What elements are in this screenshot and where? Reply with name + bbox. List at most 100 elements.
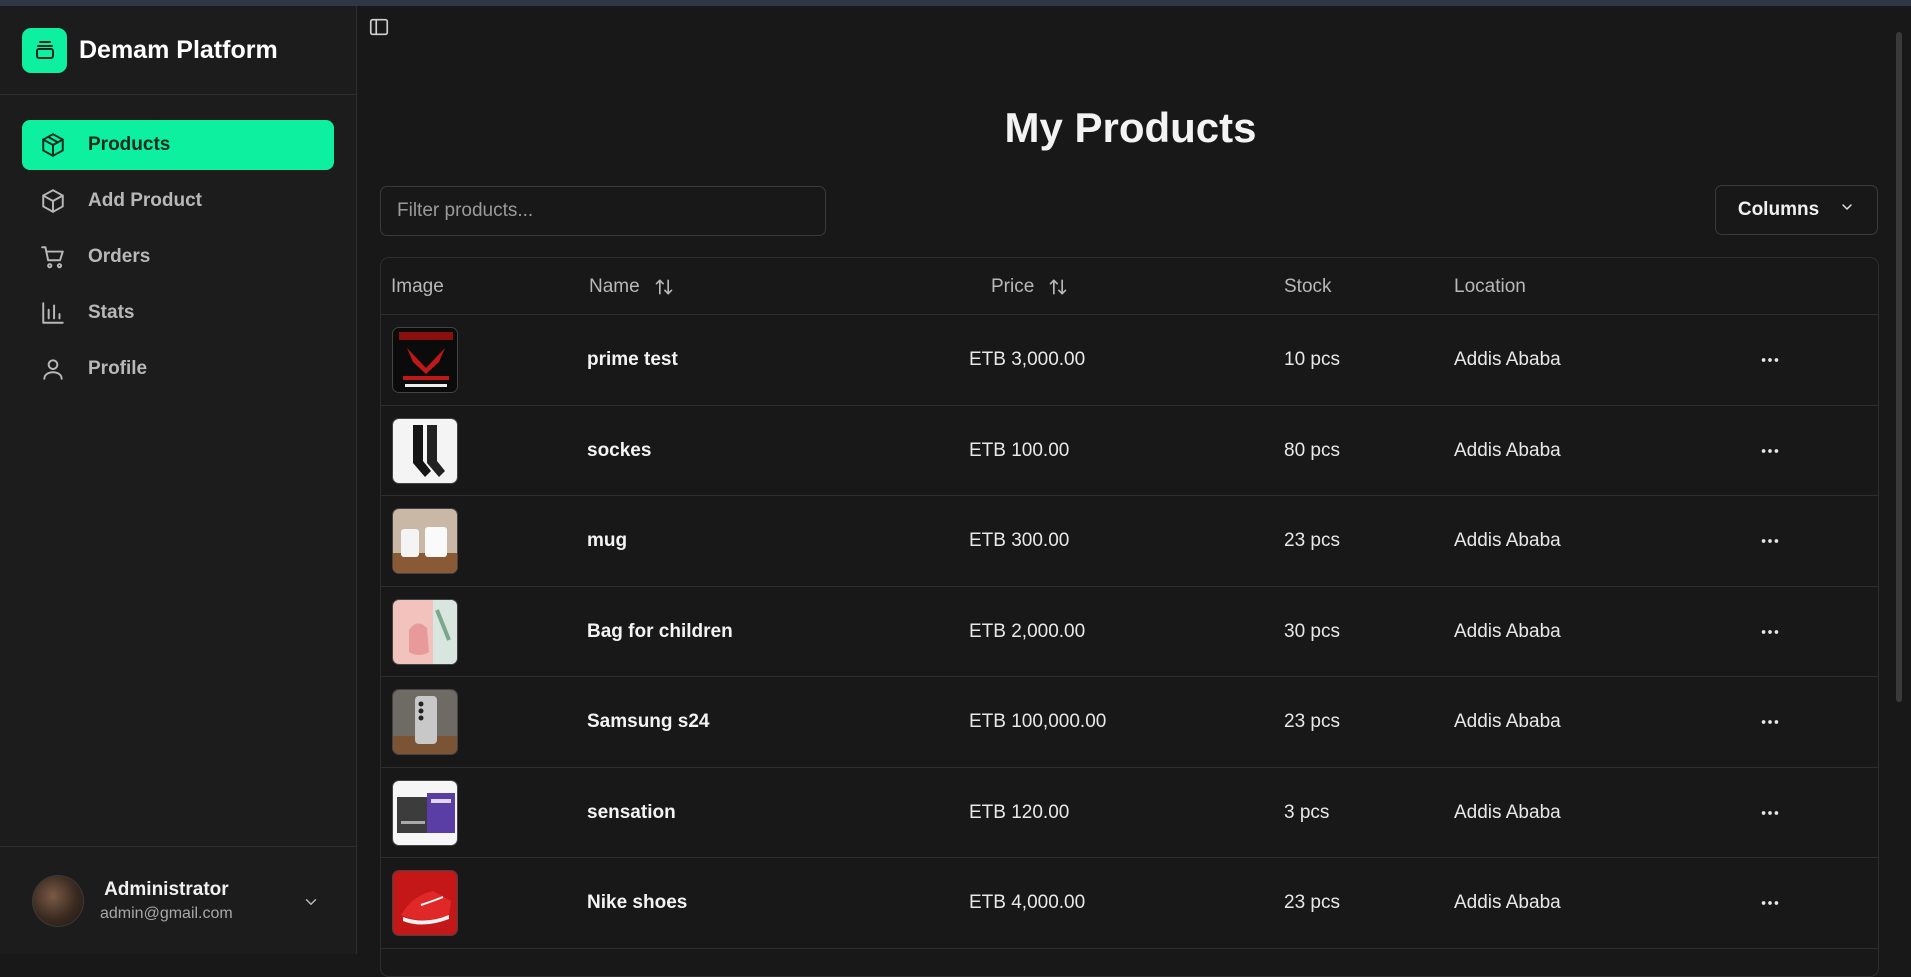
package-plus-icon xyxy=(39,187,67,215)
table-row: sensation ETB 120.00 3 pcs Addis Ababa xyxy=(381,768,1878,858)
header-price[interactable]: Price xyxy=(991,258,1068,315)
sidebar-item-add-product[interactable]: Add Product xyxy=(22,176,334,226)
product-image xyxy=(392,315,458,405)
sidebar-item-products[interactable]: Products xyxy=(22,120,334,170)
cart-icon xyxy=(39,243,67,271)
product-location: Addis Ababa xyxy=(1454,620,1561,642)
product-name: Nike shoes xyxy=(587,892,688,913)
sidebar-item-orders[interactable]: Orders xyxy=(22,232,334,282)
product-location: Addis Ababa xyxy=(1454,892,1561,913)
product-name: mug xyxy=(587,530,628,551)
sidebar-toggle-icon[interactable] xyxy=(368,16,390,38)
more-options-icon[interactable] xyxy=(1759,768,1781,858)
user-info: Administrator admin@gmail.com xyxy=(100,879,233,923)
product-image xyxy=(392,677,458,767)
product-name: sensation xyxy=(587,801,676,823)
main-content: My Products Columns Image Name Price Sto… xyxy=(358,6,1903,977)
product-price: ETB 300.00 xyxy=(969,530,1070,551)
table-row: mug ETB 300.00 23 pcs Addis Ababa xyxy=(381,496,1878,587)
product-stock: 3 pcs xyxy=(1284,801,1330,823)
sidebar: Demam Platform Products Add Product Orde… xyxy=(0,6,357,954)
header-name-label: Name xyxy=(589,275,640,297)
bar-chart-icon xyxy=(39,299,67,327)
header-image: Image xyxy=(391,275,444,297)
product-price: ETB 3,000.00 xyxy=(969,349,1086,370)
user-email: admin@gmail.com xyxy=(100,904,233,922)
product-location: Addis Ababa xyxy=(1454,439,1561,461)
product-stock: 30 pcs xyxy=(1284,620,1340,642)
product-location: Addis Ababa xyxy=(1454,349,1561,370)
product-thumbnail-mug xyxy=(392,508,458,574)
chevron-down-icon xyxy=(1839,199,1855,221)
table-row: Nike shoes ETB 4,000.00 23 pcs Addis Aba… xyxy=(381,858,1878,949)
product-name: Samsung s24 xyxy=(587,711,710,732)
product-stock: 80 pcs xyxy=(1284,439,1340,461)
product-stock: 23 pcs xyxy=(1284,711,1340,732)
product-image xyxy=(392,768,458,858)
product-price: ETB 100.00 xyxy=(969,439,1070,461)
sidebar-nav: Products Add Product Orders Stats Profil… xyxy=(0,95,356,394)
product-price: ETB 4,000.00 xyxy=(969,892,1086,913)
user-name: Administrator xyxy=(104,878,229,900)
product-location: Addis Ababa xyxy=(1454,801,1561,823)
product-thumbnail-box xyxy=(392,779,458,846)
package-icon xyxy=(39,131,67,159)
user-menu[interactable]: Administrator admin@gmail.com xyxy=(0,846,356,954)
table-row: Bag for children ETB 2,000.00 30 pcs Add… xyxy=(381,587,1878,677)
scrollbar[interactable] xyxy=(1895,12,1903,712)
product-name: sockes xyxy=(587,439,652,461)
product-thumbnail-socks xyxy=(392,417,458,484)
columns-button[interactable]: Columns xyxy=(1715,185,1878,235)
product-thumbnail-poster xyxy=(392,327,458,393)
sidebar-item-label: Products xyxy=(88,134,171,155)
products-table: Image Name Price Stock Location prime te… xyxy=(380,257,1879,977)
more-options-icon[interactable] xyxy=(1759,677,1781,767)
table-row: Samsung s24 ETB 100,000.00 23 pcs Addis … xyxy=(381,677,1878,768)
sort-icon xyxy=(1049,279,1067,294)
table-header: Image Name Price Stock Location xyxy=(381,258,1878,315)
product-location: Addis Ababa xyxy=(1454,530,1561,551)
product-stock: 23 pcs xyxy=(1284,530,1340,551)
sort-icon xyxy=(655,279,673,294)
sidebar-item-profile[interactable]: Profile xyxy=(22,344,334,394)
avatar xyxy=(32,874,84,927)
user-icon xyxy=(39,355,67,383)
product-thumbnail-phone xyxy=(392,689,458,755)
more-options-icon[interactable] xyxy=(1759,587,1781,677)
product-image xyxy=(392,496,458,586)
product-image xyxy=(392,858,458,948)
header-name[interactable]: Name xyxy=(589,258,674,315)
table-row: prime test ETB 3,000.00 10 pcs Addis Aba… xyxy=(381,315,1878,406)
scrollbar-thumb[interactable] xyxy=(1896,32,1902,702)
product-stock: 23 pcs xyxy=(1284,892,1340,913)
table-row: sockes ETB 100.00 80 pcs Addis Ababa xyxy=(381,406,1878,496)
brand[interactable]: Demam Platform xyxy=(0,6,356,95)
header-location: Location xyxy=(1454,275,1526,297)
product-image xyxy=(392,587,458,677)
sidebar-item-stats[interactable]: Stats xyxy=(22,288,334,338)
product-price: ETB 120.00 xyxy=(969,801,1070,823)
product-price: ETB 100,000.00 xyxy=(969,711,1107,732)
product-price: ETB 2,000.00 xyxy=(969,620,1086,642)
sidebar-item-label: Add Product xyxy=(88,190,202,211)
sidebar-item-label: Profile xyxy=(88,358,148,379)
product-name: prime test xyxy=(587,349,678,370)
product-stock: 10 pcs xyxy=(1284,349,1340,370)
header-price-label: Price xyxy=(991,275,1035,297)
chevron-down-icon[interactable] xyxy=(302,893,320,916)
sidebar-item-label: Stats xyxy=(88,302,135,323)
filter-products-input[interactable] xyxy=(380,186,826,236)
more-options-icon[interactable] xyxy=(1759,406,1781,496)
brand-name: Demam Platform xyxy=(79,35,278,64)
more-options-icon[interactable] xyxy=(1759,858,1781,948)
product-thumbnail-bag xyxy=(392,598,458,665)
columns-label: Columns xyxy=(1737,199,1820,220)
more-options-icon[interactable] xyxy=(1759,315,1781,405)
more-options-icon[interactable] xyxy=(1759,496,1781,586)
brand-logo-icon xyxy=(22,27,67,73)
header-stock: Stock xyxy=(1284,275,1332,297)
product-thumbnail-shoe xyxy=(392,870,458,936)
sidebar-item-label: Orders xyxy=(88,246,151,267)
page-title: My Products xyxy=(1004,104,1257,151)
product-location: Addis Ababa xyxy=(1454,711,1561,732)
